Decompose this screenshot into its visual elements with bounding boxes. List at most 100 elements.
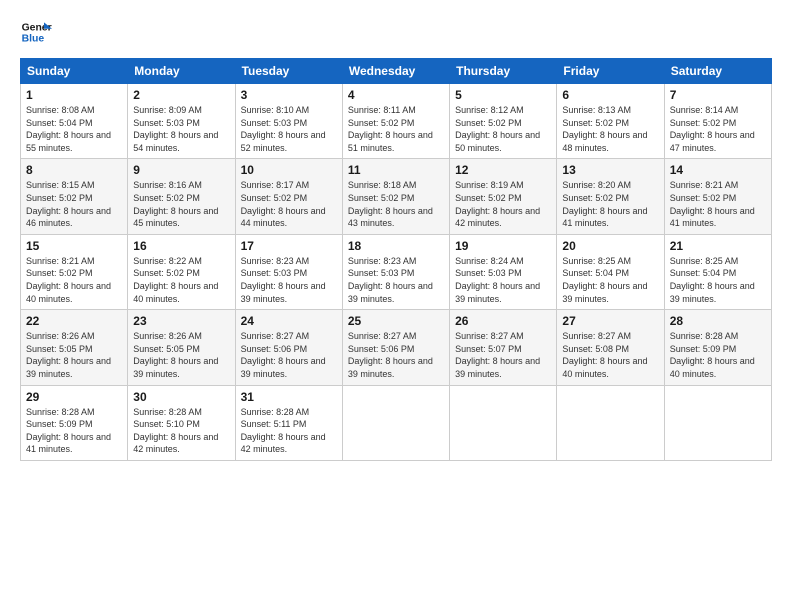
day-number: 23 bbox=[133, 314, 229, 328]
day-number: 21 bbox=[670, 239, 766, 253]
day-info: Sunrise: 8:28 AMSunset: 5:10 PMDaylight:… bbox=[133, 406, 229, 456]
day-number: 29 bbox=[26, 390, 122, 404]
day-number: 3 bbox=[241, 88, 337, 102]
day-number: 2 bbox=[133, 88, 229, 102]
day-number: 20 bbox=[562, 239, 658, 253]
day-info: Sunrise: 8:17 AMSunset: 5:02 PMDaylight:… bbox=[241, 179, 337, 229]
day-number: 19 bbox=[455, 239, 551, 253]
day-info: Sunrise: 8:14 AMSunset: 5:02 PMDaylight:… bbox=[670, 104, 766, 154]
day-info: Sunrise: 8:25 AMSunset: 5:04 PMDaylight:… bbox=[562, 255, 658, 305]
day-info: Sunrise: 8:26 AMSunset: 5:05 PMDaylight:… bbox=[133, 330, 229, 380]
day-info: Sunrise: 8:13 AMSunset: 5:02 PMDaylight:… bbox=[562, 104, 658, 154]
day-info: Sunrise: 8:23 AMSunset: 5:03 PMDaylight:… bbox=[348, 255, 444, 305]
day-info: Sunrise: 8:25 AMSunset: 5:04 PMDaylight:… bbox=[670, 255, 766, 305]
day-number: 27 bbox=[562, 314, 658, 328]
calendar-day-cell bbox=[450, 385, 557, 460]
calendar-day-cell: 6Sunrise: 8:13 AMSunset: 5:02 PMDaylight… bbox=[557, 84, 664, 159]
day-info: Sunrise: 8:15 AMSunset: 5:02 PMDaylight:… bbox=[26, 179, 122, 229]
weekday-header-cell: Monday bbox=[128, 59, 235, 84]
day-info: Sunrise: 8:27 AMSunset: 5:08 PMDaylight:… bbox=[562, 330, 658, 380]
day-number: 26 bbox=[455, 314, 551, 328]
day-info: Sunrise: 8:16 AMSunset: 5:02 PMDaylight:… bbox=[133, 179, 229, 229]
calendar-body: 1Sunrise: 8:08 AMSunset: 5:04 PMDaylight… bbox=[21, 84, 772, 461]
calendar-day-cell: 21 Sunrise: 8:25 AMSunset: 5:04 PMDayligh… bbox=[664, 234, 771, 309]
day-info: Sunrise: 8:28 AMSunset: 5:09 PMDaylight:… bbox=[670, 330, 766, 380]
logo-icon: General Blue bbox=[20, 16, 52, 48]
day-info: Sunrise: 8:11 AMSunset: 5:02 PMDaylight:… bbox=[348, 104, 444, 154]
calendar-day-cell: 16 Sunrise: 8:22 AMSunset: 5:02 PMDayligh… bbox=[128, 234, 235, 309]
calendar-day-cell: 22 Sunrise: 8:26 AMSunset: 5:05 PMDayligh… bbox=[21, 310, 128, 385]
calendar-day-cell: 28 Sunrise: 8:28 AMSunset: 5:09 PMDayligh… bbox=[664, 310, 771, 385]
day-number: 9 bbox=[133, 163, 229, 177]
calendar-day-cell: 13 Sunrise: 8:20 AMSunset: 5:02 PMDayligh… bbox=[557, 159, 664, 234]
calendar-day-cell: 19Sunrise: 8:24 AMSunset: 5:03 PMDayligh… bbox=[450, 234, 557, 309]
day-number: 13 bbox=[562, 163, 658, 177]
calendar-day-cell: 31 Sunrise: 8:28 AMSunset: 5:11 PMDayligh… bbox=[235, 385, 342, 460]
calendar-week-row: 1Sunrise: 8:08 AMSunset: 5:04 PMDaylight… bbox=[21, 84, 772, 159]
calendar-page: General Blue SundayMondayTuesdayWednesda… bbox=[0, 0, 792, 612]
calendar-day-cell: 10 Sunrise: 8:17 AMSunset: 5:02 PMDayligh… bbox=[235, 159, 342, 234]
calendar-day-cell: 27 Sunrise: 8:27 AMSunset: 5:08 PMDayligh… bbox=[557, 310, 664, 385]
weekday-header-cell: Tuesday bbox=[235, 59, 342, 84]
weekday-header-cell: Thursday bbox=[450, 59, 557, 84]
calendar-table: SundayMondayTuesdayWednesdayThursdayFrid… bbox=[20, 58, 772, 461]
day-info: Sunrise: 8:27 AMSunset: 5:06 PMDaylight:… bbox=[348, 330, 444, 380]
calendar-day-cell: 8 Sunrise: 8:15 AMSunset: 5:02 PMDaylight… bbox=[21, 159, 128, 234]
day-info: Sunrise: 8:23 AMSunset: 5:03 PMDaylight:… bbox=[241, 255, 337, 305]
day-info: Sunrise: 8:12 AMSunset: 5:02 PMDaylight:… bbox=[455, 104, 551, 154]
day-number: 7 bbox=[670, 88, 766, 102]
calendar-day-cell: 3 Sunrise: 8:10 AMSunset: 5:03 PMDaylight… bbox=[235, 84, 342, 159]
day-number: 15 bbox=[26, 239, 122, 253]
day-number: 4 bbox=[348, 88, 444, 102]
calendar-day-cell: 11Sunrise: 8:18 AMSunset: 5:02 PMDayligh… bbox=[342, 159, 449, 234]
day-info: Sunrise: 8:08 AMSunset: 5:04 PMDaylight:… bbox=[26, 104, 122, 154]
day-number: 10 bbox=[241, 163, 337, 177]
day-number: 24 bbox=[241, 314, 337, 328]
calendar-day-cell: 20 Sunrise: 8:25 AMSunset: 5:04 PMDayligh… bbox=[557, 234, 664, 309]
weekday-header-row: SundayMondayTuesdayWednesdayThursdayFrid… bbox=[21, 59, 772, 84]
day-number: 28 bbox=[670, 314, 766, 328]
calendar-day-cell: 15 Sunrise: 8:21 AMSunset: 5:02 PMDayligh… bbox=[21, 234, 128, 309]
calendar-day-cell: 9 Sunrise: 8:16 AMSunset: 5:02 PMDaylight… bbox=[128, 159, 235, 234]
day-info: Sunrise: 8:26 AMSunset: 5:05 PMDaylight:… bbox=[26, 330, 122, 380]
calendar-week-row: 22 Sunrise: 8:26 AMSunset: 5:05 PMDayligh… bbox=[21, 310, 772, 385]
day-info: Sunrise: 8:18 AMSunset: 5:02 PMDaylight:… bbox=[348, 179, 444, 229]
calendar-day-cell: 2Sunrise: 8:09 AMSunset: 5:03 PMDaylight… bbox=[128, 84, 235, 159]
day-info: Sunrise: 8:27 AMSunset: 5:06 PMDaylight:… bbox=[241, 330, 337, 380]
day-info: Sunrise: 8:10 AMSunset: 5:03 PMDaylight:… bbox=[241, 104, 337, 154]
day-number: 17 bbox=[241, 239, 337, 253]
day-number: 5 bbox=[455, 88, 551, 102]
day-number: 22 bbox=[26, 314, 122, 328]
day-number: 31 bbox=[241, 390, 337, 404]
weekday-header-cell: Sunday bbox=[21, 59, 128, 84]
day-number: 18 bbox=[348, 239, 444, 253]
calendar-day-cell bbox=[342, 385, 449, 460]
calendar-day-cell: 14Sunrise: 8:21 AMSunset: 5:02 PMDayligh… bbox=[664, 159, 771, 234]
day-info: Sunrise: 8:21 AMSunset: 5:02 PMDaylight:… bbox=[670, 179, 766, 229]
day-info: Sunrise: 8:22 AMSunset: 5:02 PMDaylight:… bbox=[133, 255, 229, 305]
calendar-day-cell: 23 Sunrise: 8:26 AMSunset: 5:05 PMDayligh… bbox=[128, 310, 235, 385]
day-info: Sunrise: 8:27 AMSunset: 5:07 PMDaylight:… bbox=[455, 330, 551, 380]
calendar-day-cell: 30 Sunrise: 8:28 AMSunset: 5:10 PMDayligh… bbox=[128, 385, 235, 460]
svg-text:Blue: Blue bbox=[22, 34, 45, 45]
calendar-week-row: 8 Sunrise: 8:15 AMSunset: 5:02 PMDaylight… bbox=[21, 159, 772, 234]
page-header: General Blue bbox=[20, 16, 772, 48]
day-number: 16 bbox=[133, 239, 229, 253]
calendar-day-cell bbox=[664, 385, 771, 460]
calendar-day-cell: 29Sunrise: 8:28 AMSunset: 5:09 PMDayligh… bbox=[21, 385, 128, 460]
day-number: 25 bbox=[348, 314, 444, 328]
day-number: 12 bbox=[455, 163, 551, 177]
calendar-day-cell: 5 Sunrise: 8:12 AMSunset: 5:02 PMDaylight… bbox=[450, 84, 557, 159]
calendar-day-cell: 18 Sunrise: 8:23 AMSunset: 5:03 PMDayligh… bbox=[342, 234, 449, 309]
day-number: 30 bbox=[133, 390, 229, 404]
calendar-day-cell: 12Sunrise: 8:19 AMSunset: 5:02 PMDayligh… bbox=[450, 159, 557, 234]
day-info: Sunrise: 8:20 AMSunset: 5:02 PMDaylight:… bbox=[562, 179, 658, 229]
day-info: Sunrise: 8:21 AMSunset: 5:02 PMDaylight:… bbox=[26, 255, 122, 305]
calendar-day-cell bbox=[557, 385, 664, 460]
day-number: 8 bbox=[26, 163, 122, 177]
weekday-header-cell: Friday bbox=[557, 59, 664, 84]
calendar-day-cell: 24 Sunrise: 8:27 AMSunset: 5:06 PMDayligh… bbox=[235, 310, 342, 385]
day-info: Sunrise: 8:28 AMSunset: 5:11 PMDaylight:… bbox=[241, 406, 337, 456]
calendar-day-cell: 25 Sunrise: 8:27 AMSunset: 5:06 PMDayligh… bbox=[342, 310, 449, 385]
logo: General Blue bbox=[20, 16, 54, 48]
